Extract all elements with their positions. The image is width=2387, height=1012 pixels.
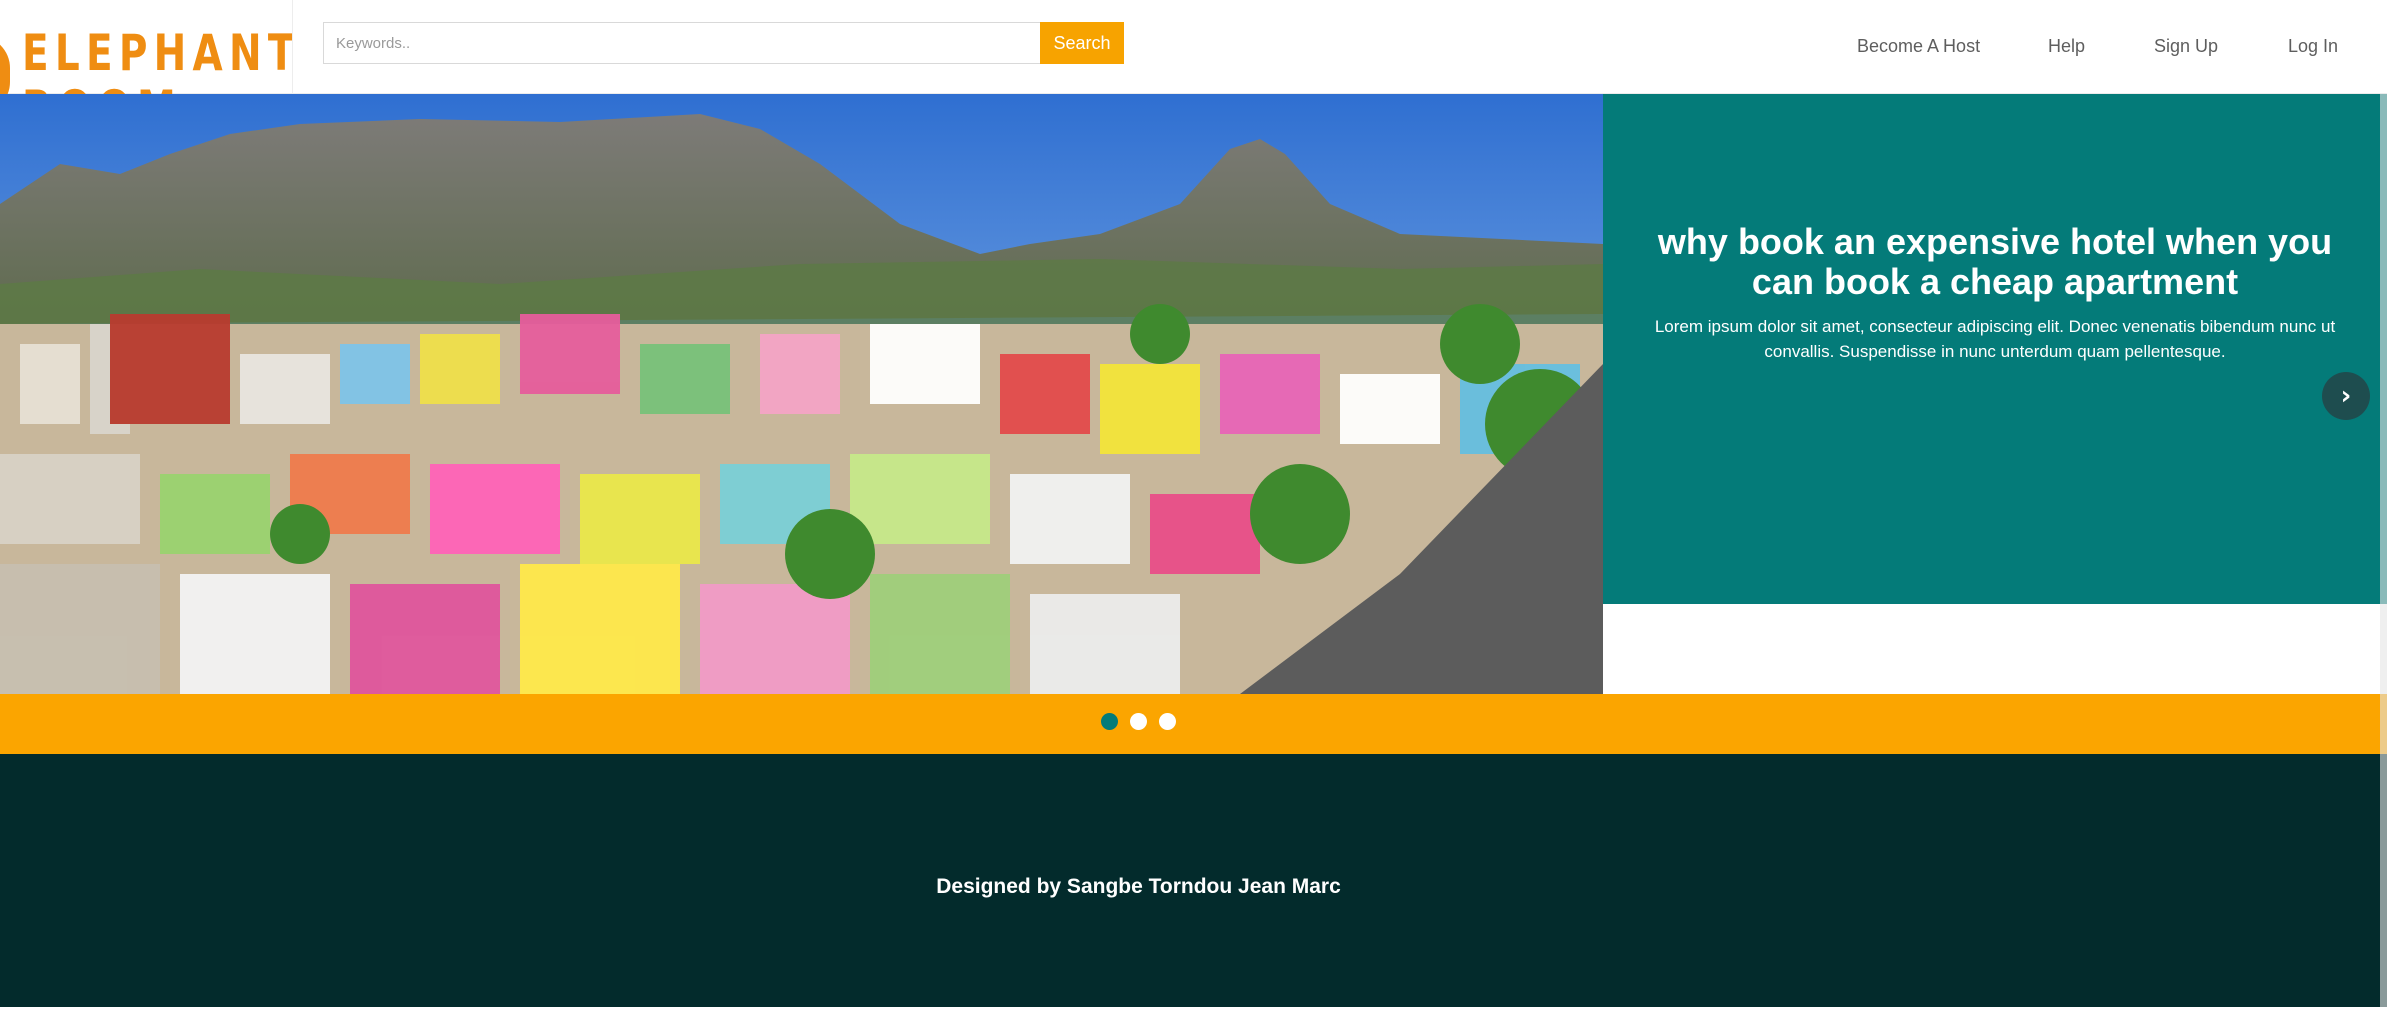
logo[interactable]: ELEPHANT ROOM xyxy=(0,0,293,94)
footer-credit: Designed by Sangbe Torndou Jean Marc xyxy=(936,875,1341,898)
top-header: ELEPHANT ROOM Search Become A Host Help … xyxy=(0,0,2387,94)
hero-panel-gap xyxy=(1603,604,2387,694)
carousel-dot-1[interactable] xyxy=(1101,713,1118,730)
search-button[interactable]: Search xyxy=(1040,22,1124,64)
nav-become-a-host[interactable]: Become A Host xyxy=(1857,36,1980,57)
carousel-dot-3[interactable] xyxy=(1159,713,1176,730)
page: ELEPHANT ROOM Search Become A Host Help … xyxy=(0,0,2387,1012)
logo-line-2: ROOM xyxy=(22,84,182,94)
hero-title: why book an expensive hotel when you can… xyxy=(1657,221,2333,302)
carousel-indicator-bar xyxy=(0,694,2387,754)
hero-image xyxy=(0,94,1603,694)
carousel-dot-2[interactable] xyxy=(1130,713,1147,730)
logo-line-1: ELEPHANT xyxy=(22,24,293,82)
nav-log-in[interactable]: Log In xyxy=(2288,36,2338,57)
hero-subtitle: Lorem ipsum dolor sit amet, consecteur a… xyxy=(1654,317,2336,361)
nav-sign-up[interactable]: Sign Up xyxy=(2154,36,2218,57)
search-input[interactable] xyxy=(323,22,1040,64)
carousel-next-button[interactable]: › xyxy=(2322,372,2370,420)
nav-help[interactable]: Help xyxy=(2048,36,2085,57)
chevron-right-icon: › xyxy=(2340,381,2352,411)
elephant-logo-icon xyxy=(0,36,10,94)
page-scrollbar[interactable] xyxy=(2380,94,2387,1007)
